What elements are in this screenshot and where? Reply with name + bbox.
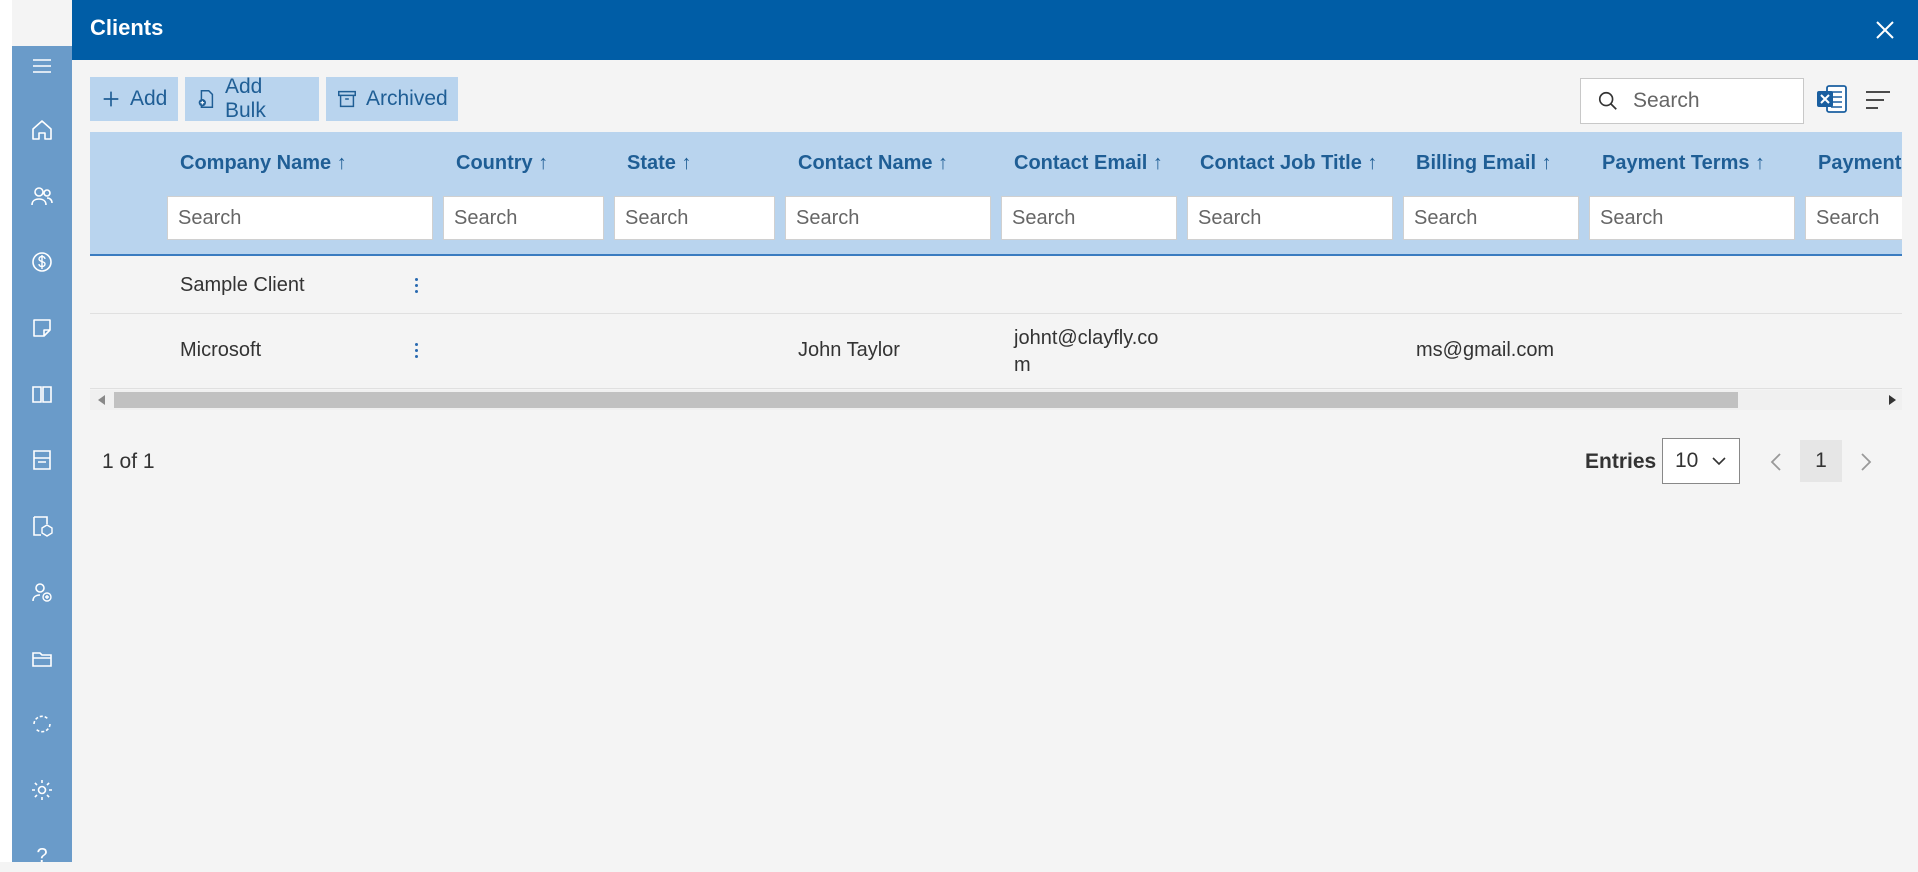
table-row[interactable]: Sample Client [90, 257, 1902, 314]
global-search-input[interactable] [1631, 88, 1785, 114]
note-icon [33, 319, 51, 337]
archived-button[interactable]: Archived [326, 77, 458, 121]
row-actions-button[interactable] [406, 273, 426, 297]
sidebar-item-settings[interactable] [26, 774, 58, 806]
sidebar-item-billing[interactable] [26, 246, 58, 278]
sidebar-item-sync[interactable] [26, 708, 58, 740]
page-number-current[interactable]: 1 [1800, 440, 1842, 482]
column-header-contact-email[interactable]: Contact Email ↑ [1014, 152, 1163, 175]
sidebar-item-help[interactable]: ? [26, 840, 58, 872]
sync-icon [33, 715, 51, 733]
row-actions-button[interactable] [406, 338, 426, 362]
invoice-icon [33, 450, 51, 470]
filter-company-name[interactable] [167, 196, 433, 240]
column-header-state[interactable]: State ↑ [627, 152, 691, 175]
sidebar-menu-button[interactable] [26, 50, 58, 82]
entries-select[interactable]: 10 [1662, 438, 1740, 484]
next-page-button[interactable] [1856, 450, 1876, 474]
filter-contact-job-title[interactable] [1187, 196, 1393, 240]
cell-company-name: Microsoft [180, 339, 262, 361]
help-icon: ? [36, 844, 48, 867]
cell-billing-email: ms@gmail.com [1416, 339, 1555, 361]
column-header-contact-name[interactable]: Contact Name ↑ [798, 152, 948, 175]
search-icon [1598, 91, 1617, 110]
cell-contact-email-line1: johnt@clayfly.co [1014, 327, 1159, 349]
sidebar-item-clients[interactable] [26, 180, 58, 212]
sidebar-item-products[interactable] [26, 510, 58, 542]
filter-billing-email[interactable] [1403, 196, 1579, 240]
close-button[interactable] [1870, 15, 1900, 45]
add-bulk-button[interactable]: Add Bulk [185, 75, 319, 122]
sidebar-item-files[interactable] [26, 642, 58, 674]
package-icon [33, 516, 53, 537]
sidebar-item-docs[interactable] [26, 378, 58, 410]
filter-payment[interactable] [1805, 196, 1902, 240]
chevron-down-icon [1712, 457, 1726, 466]
cell-contact-email-line2: m [1014, 354, 1031, 376]
scrollbar-thumb[interactable] [114, 392, 1738, 408]
users-icon [31, 187, 53, 206]
column-header-billing-email[interactable]: Billing Email ↑ [1416, 152, 1552, 175]
file-add-icon [198, 90, 214, 108]
sidebar-item-invoices[interactable] [26, 444, 58, 476]
cell-contact-name: John Taylor [798, 339, 900, 361]
gear-icon [32, 780, 52, 800]
global-search [1580, 78, 1804, 124]
horizontal-scrollbar[interactable] [90, 390, 1902, 410]
column-header-contact-job-title[interactable]: Contact Job Title ↑ [1200, 152, 1377, 175]
add-button-label: Add [130, 87, 168, 110]
previous-page-button[interactable] [1766, 450, 1786, 474]
book-icon [32, 386, 52, 403]
add-bulk-button-label: Add Bulk [224, 75, 266, 122]
add-button[interactable]: Add [90, 77, 178, 121]
home-icon [32, 120, 52, 140]
left-edge [0, 0, 12, 862]
close-icon [1876, 21, 1894, 39]
filter-payment-terms[interactable] [1589, 196, 1795, 240]
sidebar: ? [12, 46, 72, 867]
column-header-payment-terms[interactable]: Payment Terms ↑ [1602, 152, 1765, 175]
filter-contact-name[interactable] [785, 196, 991, 240]
filter-country[interactable] [443, 196, 604, 240]
scroll-left-arrow[interactable] [98, 395, 105, 405]
filter-contact-email[interactable] [1001, 196, 1177, 240]
menu-icon [33, 59, 51, 73]
archive-icon [338, 90, 356, 108]
table-row[interactable]: Microsoft John Taylor johnt@clayfly.co m… [90, 314, 1902, 389]
filter-state[interactable] [614, 196, 775, 240]
column-options-icon[interactable] [1864, 88, 1892, 112]
window-title: Clients [90, 15, 164, 40]
sidebar-item-home[interactable] [26, 114, 58, 146]
folder-icon [32, 652, 52, 667]
sidebar-item-team[interactable] [26, 576, 58, 608]
entries-label: Entries [1585, 450, 1657, 473]
sidebar-item-notes[interactable] [26, 312, 58, 344]
column-header-payment[interactable]: Payment [1818, 152, 1901, 175]
excel-export-icon[interactable] [1815, 82, 1849, 116]
record-count: 1 of 1 [102, 450, 155, 473]
user-add-icon [32, 583, 52, 602]
entries-value: 10 [1675, 449, 1699, 472]
column-header-company-name[interactable]: Company Name ↑ [180, 152, 347, 175]
cell-company-name: Sample Client [180, 274, 305, 296]
plus-icon [103, 91, 119, 107]
column-header-country[interactable]: Country ↑ [456, 152, 548, 175]
scroll-right-arrow[interactable] [1889, 395, 1896, 405]
dollar-icon [32, 252, 52, 272]
grid-header: Company Name ↑ Country ↑ State ↑ Contact… [90, 132, 1902, 256]
archived-button-label: Archived [366, 87, 448, 110]
title-bar: Clients [72, 0, 1918, 60]
